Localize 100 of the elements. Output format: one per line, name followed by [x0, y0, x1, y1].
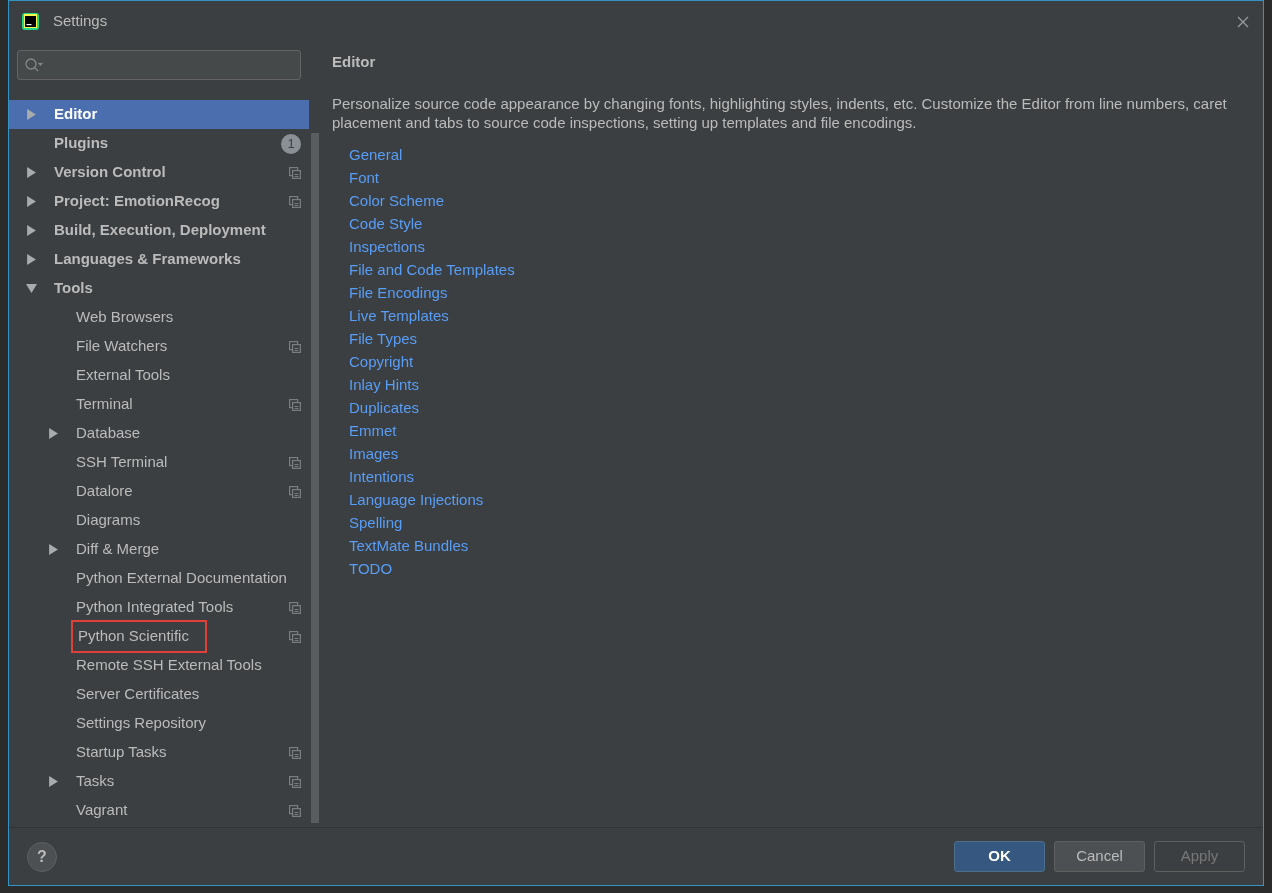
count-badge: 1 — [281, 133, 301, 154]
project-scope-icon — [289, 398, 301, 411]
project-scope-icon — [289, 195, 301, 208]
settings-link[interactable]: Color Scheme — [349, 188, 445, 212]
tree-item-label: Editor — [54, 104, 98, 125]
settings-link[interactable]: Inlay Hints — [349, 372, 420, 396]
expanded-arrow-icon[interactable] — [26, 283, 37, 294]
tree-item[interactable]: Diff & Merge — [9, 535, 309, 564]
section-title: Editor — [332, 52, 377, 72]
settings-link[interactable]: Intentions — [349, 464, 415, 488]
tree-item-label: Tools — [54, 278, 93, 299]
collapsed-arrow-icon[interactable] — [48, 428, 59, 439]
tree-item-label: Project: EmotionRecog — [54, 191, 220, 212]
section-description: Personalize source code appearance by changing fonts, highlighting styles, indents, etc. Customize the Editor from line numbers, caret placement and tabs to source code inspections, setting up templates and file encodings. — [332, 93, 1228, 132]
help-button[interactable]: ? — [27, 841, 57, 872]
tree-item[interactable]: External Tools — [9, 361, 309, 390]
tree-item-label: Build, Execution, Deployment — [54, 220, 266, 241]
settings-link[interactable]: File Encodings — [349, 280, 448, 304]
search-field[interactable] — [17, 50, 301, 80]
project-scope-icon — [289, 775, 301, 788]
tree-item-label: Web Browsers — [76, 307, 174, 328]
tree-item-label: Python Integrated Tools — [76, 597, 234, 618]
tree-item-label: File Watchers — [76, 336, 168, 357]
settings-link[interactable]: Font — [349, 165, 379, 189]
tree-item-label: Vagrant — [76, 800, 128, 821]
settings-link[interactable]: File and Code Templates — [349, 257, 515, 281]
settings-link[interactable]: Live Templates — [349, 303, 449, 327]
tree-item[interactable]: Editor — [9, 100, 309, 129]
tree-item-label: Diff & Merge — [76, 539, 160, 560]
settings-link[interactable]: Emmet — [349, 418, 397, 442]
collapsed-arrow-icon[interactable] — [26, 254, 37, 265]
tree-item[interactable]: Database — [9, 419, 309, 448]
tree-item-label: Startup Tasks — [76, 742, 167, 763]
project-scope-icon — [289, 601, 301, 614]
tree-item[interactable]: Tools — [9, 274, 309, 303]
tree-item[interactable]: Plugins 1 — [9, 129, 309, 158]
tree-item-label: Server Certificates — [76, 684, 200, 705]
tree-item[interactable]: Tasks — [9, 767, 309, 796]
tree-item[interactable]: SSH Terminal — [9, 448, 309, 477]
settings-link[interactable]: Language Injections — [349, 487, 484, 511]
settings-link[interactable]: Code Style — [349, 211, 423, 235]
tree-item[interactable]: Build, Execution, Deployment — [9, 216, 309, 245]
dialog-button[interactable]: Cancel — [1054, 841, 1145, 872]
collapsed-arrow-icon[interactable] — [26, 196, 37, 207]
tree-item[interactable]: Diagrams — [9, 506, 309, 535]
settings-link[interactable]: Copyright — [349, 349, 414, 373]
dialog-button[interactable]: OK — [954, 841, 1045, 872]
close-icon[interactable] — [1237, 15, 1249, 28]
settings-link[interactable]: General — [349, 142, 403, 166]
project-scope-icon — [289, 746, 301, 759]
tree-item-label: Plugins — [54, 133, 109, 154]
tree-item-label: SSH Terminal — [76, 452, 168, 473]
tree-item[interactable]: Remote SSH External Tools — [9, 651, 309, 680]
project-scope-icon — [289, 804, 301, 817]
tree-item[interactable]: Settings Repository — [9, 709, 309, 738]
search-icon — [24, 57, 44, 73]
tree-item-label: Remote SSH External Tools — [76, 655, 262, 676]
scrollbar[interactable] — [311, 133, 319, 823]
tree-item[interactable]: Languages & Frameworks — [9, 245, 309, 274]
tree-item-label: Python Scientific — [78, 626, 189, 647]
collapsed-arrow-icon[interactable] — [26, 167, 37, 178]
collapsed-arrow-icon[interactable] — [48, 776, 59, 787]
settings-link[interactable]: Inspections — [349, 234, 425, 258]
collapsed-arrow-icon[interactable] — [26, 225, 37, 236]
settings-link[interactable]: Spelling — [349, 510, 403, 534]
tree-item-label: Database — [76, 423, 141, 444]
tree-item[interactable]: File Watchers — [9, 332, 309, 361]
tree-item-label: Version Control — [54, 162, 166, 183]
window-title: Settings — [53, 11, 108, 32]
tree-item[interactable]: Web Browsers — [9, 303, 309, 332]
settings-link[interactable]: TextMate Bundles — [349, 533, 469, 557]
project-scope-icon — [289, 456, 301, 469]
settings-link[interactable]: File Types — [349, 326, 418, 350]
app-logo-icon — [22, 13, 39, 30]
tree-item-label: Python External Documentation — [76, 568, 287, 589]
tree-item[interactable]: Startup Tasks — [9, 738, 309, 767]
settings-link[interactable]: TODO — [349, 556, 393, 580]
tree-item-label: External Tools — [76, 365, 170, 386]
tree-item[interactable]: Vagrant — [9, 796, 309, 825]
tree-item[interactable]: Terminal — [9, 390, 309, 419]
tree-item[interactable]: Datalore — [9, 477, 309, 506]
tree-item-label: Diagrams — [76, 510, 141, 531]
project-scope-icon — [289, 485, 301, 498]
tree-item[interactable]: Python External Documentation — [9, 564, 309, 593]
tree-item-label: Tasks — [76, 771, 115, 792]
collapsed-arrow-icon[interactable] — [48, 544, 59, 555]
tree-item[interactable]: Version Control — [9, 158, 309, 187]
settings-link[interactable]: Images — [349, 441, 399, 465]
tree-item[interactable]: Python Integrated Tools — [9, 593, 309, 622]
tree-item[interactable]: Project: EmotionRecog — [9, 187, 309, 216]
tree-item-label: Terminal — [76, 394, 133, 415]
project-scope-icon — [289, 630, 301, 643]
project-scope-icon — [289, 340, 301, 353]
project-scope-icon — [289, 166, 301, 179]
tree-item[interactable]: Server Certificates — [9, 680, 309, 709]
tree-item[interactable]: Python Scientific — [9, 622, 309, 651]
settings-link[interactable]: Duplicates — [349, 395, 420, 419]
tree-item-label: Settings Repository — [76, 713, 207, 734]
tree-item-label: Languages & Frameworks — [54, 249, 241, 270]
tree-item-label: Datalore — [76, 481, 133, 502]
